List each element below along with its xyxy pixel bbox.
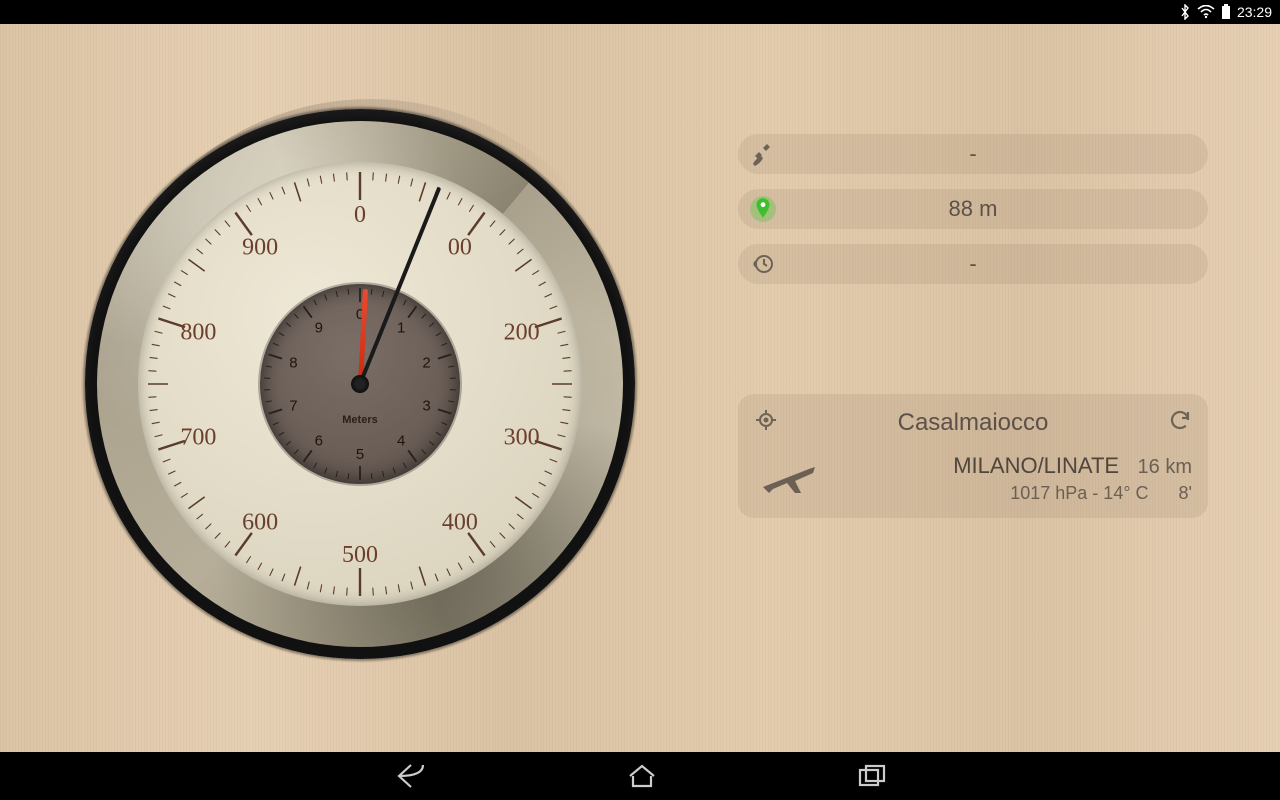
svg-text:500: 500 — [342, 542, 378, 568]
svg-text:300: 300 — [504, 425, 540, 451]
location-pin-icon — [738, 196, 788, 222]
altimeter-gauge: 000200300400500600700800900 0123456789 M… — [85, 109, 635, 659]
svg-text:00: 00 — [448, 234, 472, 260]
gps-readout-value: - — [788, 141, 1208, 167]
main-background: 000200300400500600700800900 0123456789 M… — [0, 24, 1280, 752]
location-readout-value: 88 m — [788, 196, 1208, 222]
station-age: 8' — [1179, 483, 1192, 503]
wifi-icon — [1197, 5, 1215, 19]
svg-text:600: 600 — [242, 510, 278, 536]
svg-text:900: 900 — [242, 234, 278, 260]
svg-text:8: 8 — [289, 354, 297, 371]
svg-text:200: 200 — [504, 319, 540, 345]
svg-text:5: 5 — [356, 446, 364, 463]
svg-text:3: 3 — [422, 398, 430, 415]
svg-text:0: 0 — [354, 202, 366, 228]
svg-text:700: 700 — [180, 425, 216, 451]
svg-text:7: 7 — [289, 398, 297, 415]
gauge-unit-label: Meters — [342, 414, 377, 426]
svg-text:4: 4 — [397, 433, 405, 450]
gauge-hub — [351, 375, 369, 393]
back-button[interactable] — [393, 761, 427, 791]
recent-apps-button[interactable] — [857, 763, 887, 789]
station-weather: 1017 hPa - 14° C — [1010, 483, 1148, 503]
svg-text:9: 9 — [315, 319, 323, 336]
svg-text:6: 6 — [315, 433, 323, 450]
svg-text:1: 1 — [397, 319, 405, 336]
history-readout-row[interactable]: - — [738, 244, 1208, 284]
station-name: MILANO/LINATE — [953, 453, 1119, 479]
navigation-bar — [0, 752, 1280, 800]
history-icon — [738, 252, 788, 276]
station-distance: 16 km — [1138, 456, 1192, 478]
history-readout-value: - — [788, 251, 1208, 277]
svg-text:2: 2 — [422, 354, 430, 371]
bluetooth-icon — [1179, 4, 1191, 20]
location-card: Casalmaiocco MILANO/LINATE 16 km 1017 hP… — [738, 394, 1208, 518]
battery-icon — [1221, 4, 1231, 20]
svg-text:400: 400 — [442, 510, 478, 536]
locate-icon[interactable] — [754, 408, 778, 437]
location-readout-row[interactable]: 88 m — [738, 189, 1208, 229]
status-bar: 23:29 — [0, 0, 1280, 24]
gps-readout-row[interactable]: - — [738, 134, 1208, 174]
svg-text:800: 800 — [180, 319, 216, 345]
refresh-icon[interactable] — [1168, 408, 1192, 437]
airplane-icon — [754, 453, 824, 497]
home-button[interactable] — [627, 762, 657, 790]
satellite-icon — [738, 142, 788, 166]
status-time: 23:29 — [1237, 4, 1272, 20]
place-name: Casalmaiocco — [778, 409, 1168, 437]
gauge-face: 000200300400500600700800900 0123456789 M… — [138, 162, 582, 606]
